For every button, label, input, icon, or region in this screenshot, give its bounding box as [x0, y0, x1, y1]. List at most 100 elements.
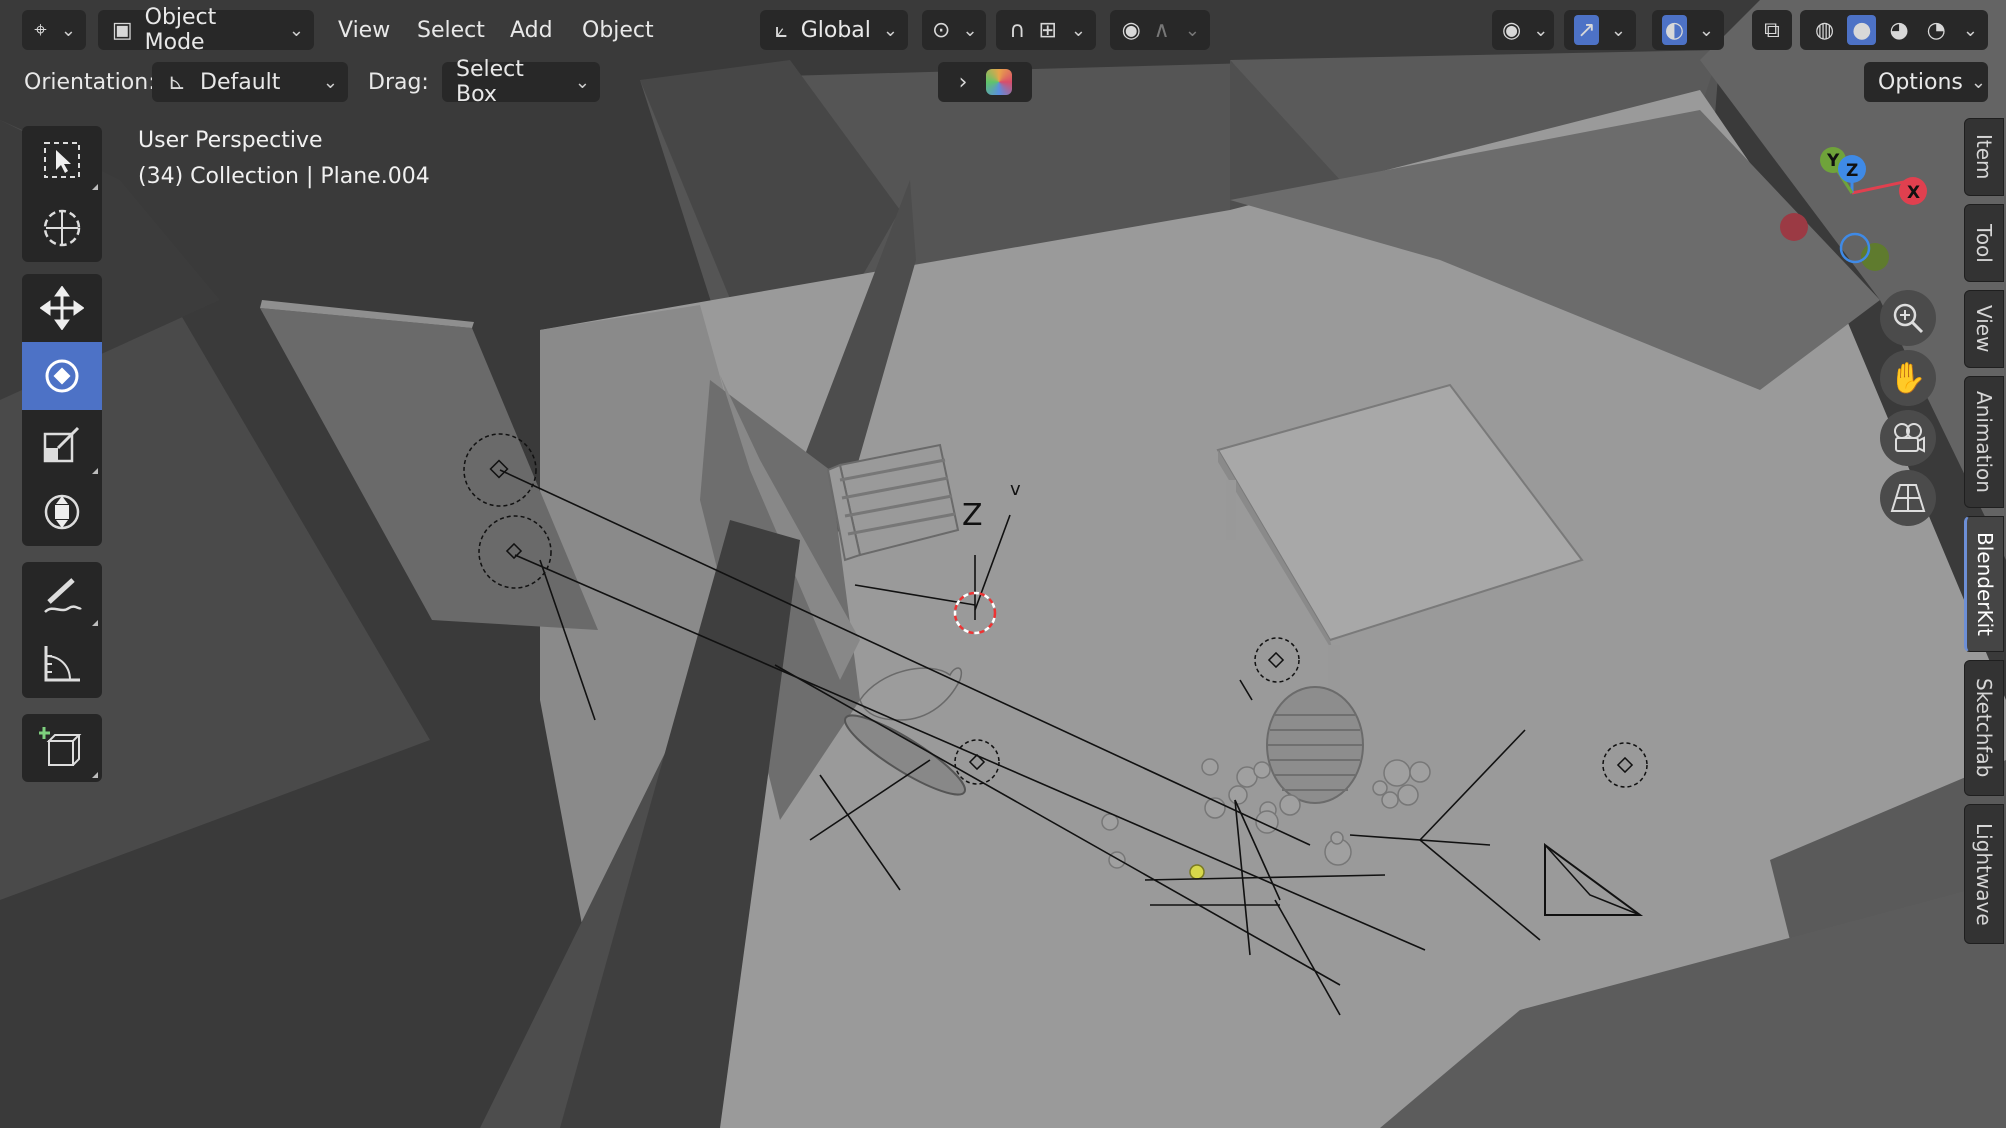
- tab-item-label: Item: [1972, 134, 1996, 180]
- chevron-down-icon: ⌄: [1070, 19, 1086, 41]
- collection-label: (34) Collection | Plane.004: [138, 164, 430, 189]
- tab-blenderkit[interactable]: BlenderKit: [1964, 516, 2004, 652]
- perspective-toggle-button[interactable]: [1880, 470, 1936, 526]
- chevron-down-icon: ⌄: [1698, 19, 1714, 41]
- chevron-down-icon: ⌄: [1184, 19, 1200, 41]
- chevron-down-icon: ⌄: [882, 19, 898, 41]
- orientation-dropdown[interactable]: ⊾ Default ⌄: [152, 62, 348, 102]
- gizmo-x-label: X: [1907, 183, 1920, 203]
- move-tool[interactable]: [22, 274, 102, 342]
- blenderkit-cube-icon: [986, 69, 1012, 95]
- rendered-shading-icon[interactable]: ◔: [1922, 15, 1951, 45]
- snap-increment-icon[interactable]: ⊞: [1036, 15, 1058, 45]
- drag-label: Drag:: [368, 69, 429, 95]
- tab-lightwave[interactable]: Lightwave: [1964, 804, 2004, 944]
- shading-mode-group[interactable]: ◍ ● ◕ ◔ ⌄: [1800, 10, 1988, 50]
- chevron-down-icon: ⌄: [574, 71, 590, 93]
- tab-sketchfab-label: Sketchfab: [1972, 678, 1996, 778]
- overlay-toggle[interactable]: ◐ ⌄: [1652, 10, 1724, 50]
- pivot-point-dropdown[interactable]: ⊙ ⌄: [922, 10, 986, 50]
- select-box-icon: [44, 142, 80, 178]
- measure-icon: [44, 646, 80, 682]
- tab-lightwave-label: Lightwave: [1972, 822, 1996, 926]
- cursor-icon: [43, 209, 81, 247]
- proportional-edit-controls[interactable]: ◉ ∧ ⌄: [1110, 10, 1210, 50]
- pan-button[interactable]: ✋: [1880, 350, 1936, 406]
- addon-header-button[interactable]: ›: [938, 62, 1032, 102]
- menu-add[interactable]: Add: [498, 10, 565, 50]
- zoom-button[interactable]: [1880, 290, 1936, 346]
- magnet-icon[interactable]: ∩: [1006, 15, 1028, 45]
- rotate-tool[interactable]: [22, 342, 102, 410]
- overlay-icon: ◐: [1662, 15, 1687, 45]
- menu-view[interactable]: View: [326, 10, 402, 50]
- toolbar-group-select: [22, 126, 102, 262]
- falloff-curve-icon[interactable]: ∧: [1150, 15, 1172, 45]
- svg-text:v: v: [1010, 479, 1021, 500]
- tab-tool-label: Tool: [1972, 223, 1996, 263]
- transform-tool[interactable]: [22, 478, 102, 546]
- move-icon: [40, 286, 84, 330]
- tab-sketchfab[interactable]: Sketchfab: [1964, 660, 2004, 796]
- orientation-axis-icon: ⊾: [167, 69, 187, 95]
- transform-orientation-dropdown[interactable]: ⟀ Global ⌄: [760, 10, 908, 50]
- toolbar-group-add: [22, 714, 102, 782]
- svg-text:Z: Z: [962, 498, 983, 533]
- tab-animation[interactable]: Animation: [1964, 376, 2004, 508]
- mode-dropdown[interactable]: ▣ Object Mode ⌄: [98, 5, 314, 55]
- proportional-edit-icon[interactable]: ◉: [1120, 15, 1142, 45]
- rotate-icon: [45, 359, 79, 393]
- transform-icon: [44, 494, 80, 530]
- select-box-tool[interactable]: [22, 126, 102, 194]
- toolbar-group-transform: [22, 274, 102, 546]
- chevron-down-icon: ⌄: [288, 19, 304, 41]
- menu-select[interactable]: Select: [405, 10, 497, 50]
- chevron-down-icon: ⌄: [322, 71, 338, 93]
- solid-shading-icon[interactable]: ●: [1847, 15, 1877, 45]
- viewport-header: ⌖ ⌄ ▣ Object Mode ⌄ View Select Add Objec…: [0, 0, 2006, 60]
- add-cube-icon: [39, 727, 82, 766]
- material-shading-icon[interactable]: ◕: [1884, 15, 1913, 45]
- measure-tool[interactable]: [22, 630, 102, 698]
- annotate-icon: [44, 578, 82, 613]
- options-dropdown[interactable]: Options ⌄: [1864, 62, 1988, 102]
- add-cube-tool[interactable]: [22, 714, 102, 782]
- gizmo-z-label: Z: [1846, 161, 1858, 181]
- chevron-down-icon: ⌄: [1610, 19, 1626, 41]
- xray-toggle[interactable]: ⧉: [1752, 10, 1792, 50]
- chevron-down-icon: ⌄: [962, 19, 978, 41]
- chevron-down-icon: ⌄: [60, 19, 76, 41]
- options-label: Options: [1878, 69, 1963, 95]
- toolbar-group-annotate: [22, 562, 102, 698]
- cursor-tool[interactable]: [22, 194, 102, 262]
- camera-view-icon: [1894, 423, 1925, 453]
- editor-type-button[interactable]: ⌖ ⌄: [22, 10, 86, 50]
- annotate-tool[interactable]: [22, 562, 102, 630]
- chevron-down-icon: ⌄: [1970, 71, 1986, 93]
- drag-dropdown[interactable]: Select Box ⌄: [442, 57, 600, 107]
- perspective-label: User Perspective: [138, 128, 323, 153]
- tab-view[interactable]: View: [1964, 290, 2004, 368]
- tab-tool[interactable]: Tool: [1964, 204, 2004, 282]
- zoom-icon: [1893, 303, 1924, 334]
- gizmo-icon: ↗: [1574, 15, 1599, 45]
- visibility-dropdown[interactable]: ◉ ⌄: [1492, 10, 1554, 50]
- chevron-right-icon: ›: [958, 69, 968, 95]
- gizmo-y-label: Y: [1826, 151, 1840, 171]
- scale-icon: [43, 426, 80, 463]
- gizmo-toggle[interactable]: ↗ ⌄: [1564, 10, 1636, 50]
- eye-icon: ◉: [1502, 17, 1522, 43]
- transform-orientation-label: Global: [800, 17, 871, 43]
- chevron-down-icon: ⌄: [1533, 19, 1549, 41]
- scale-tool[interactable]: [22, 410, 102, 478]
- tab-item[interactable]: Item: [1964, 118, 2004, 196]
- mode-label: Object Mode: [144, 5, 217, 55]
- camera-view-button[interactable]: [1880, 410, 1936, 466]
- menu-object[interactable]: Object: [570, 10, 666, 50]
- transform-orientation-icon: ⟀: [774, 17, 788, 43]
- snap-controls[interactable]: ∩ ⊞ ⌄: [996, 10, 1096, 50]
- drag-value: Select Box: [456, 57, 524, 107]
- wireframe-shading-icon[interactable]: ◍: [1810, 15, 1839, 45]
- tab-animation-label: Animation: [1972, 391, 1996, 493]
- editor-type-icon: ⌖: [34, 17, 47, 43]
